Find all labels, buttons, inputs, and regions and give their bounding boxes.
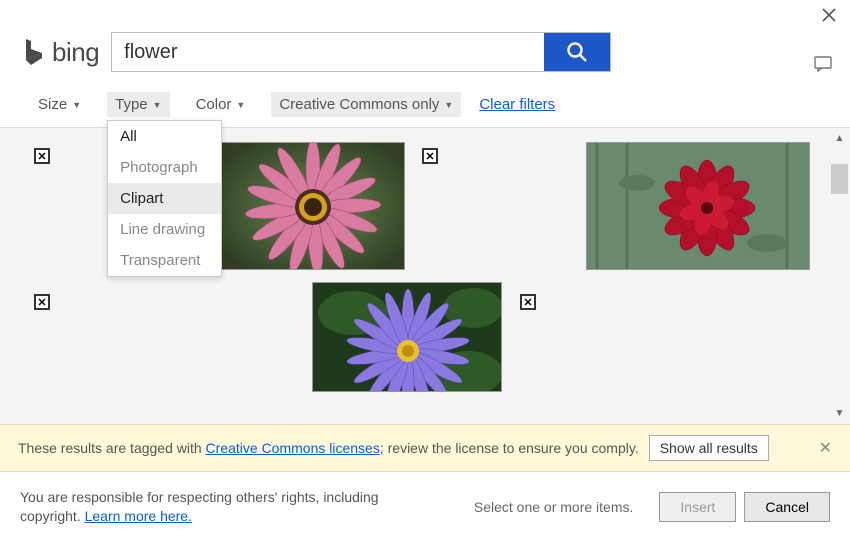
close-notice-icon[interactable]: ✕ [819,438,832,458]
close-icon[interactable] [822,8,836,27]
result-item[interactable] [312,282,502,392]
scroll-down-icon[interactable]: ▼ [831,405,848,422]
type-option-line-drawing[interactable]: Line drawing [108,214,221,245]
show-all-results-button[interactable]: Show all results [649,435,769,461]
insert-button[interactable]: Insert [659,492,736,522]
bing-logo-icon [22,37,46,67]
search-box [111,32,611,72]
scrollbar[interactable]: ▲ ▼ [831,130,848,422]
learn-more-link[interactable]: Learn more here. [85,508,192,524]
search-button[interactable] [544,33,610,71]
result-checkbox[interactable]: ✕ [34,294,50,310]
scroll-up-icon[interactable]: ▲ [831,130,848,147]
cc-license-link[interactable]: Creative Commons licenses [206,440,380,456]
scroll-thumb[interactable] [831,164,848,194]
bing-logo-text: bing [52,37,99,68]
type-option-all[interactable]: All [108,121,221,152]
type-option-clipart[interactable]: Clipart [108,183,221,214]
chevron-down-icon: ▼ [153,100,162,110]
filter-color-label: Color [196,96,232,113]
type-option-transparent[interactable]: Transparent [108,245,221,276]
filter-size[interactable]: Size ▼ [30,92,89,117]
bing-image-search-dialog: bing Size ▼ Type ▼ All Photograph Clipar… [0,0,850,542]
search-icon [566,41,588,63]
footer: You are responsible for respecting other… [0,472,850,542]
filter-type-dropdown: All Photograph Clipart Line drawing Tran… [107,120,222,277]
result-checkbox[interactable]: ✕ [422,148,438,164]
result-checkbox[interactable]: ✕ [520,294,536,310]
result-image[interactable] [586,142,810,270]
result-item[interactable] [220,142,405,270]
selection-status: Select one or more items. [474,499,634,515]
bing-logo: bing [22,37,99,68]
result-item[interactable]: ✕ [34,292,50,310]
disclaimer: You are responsible for respecting other… [20,488,390,526]
notice-text-prefix: These results are tagged with [18,440,206,456]
chevron-down-icon: ▼ [236,100,245,110]
clear-filters-link[interactable]: Clear filters [479,96,555,113]
filter-bar: Size ▼ Type ▼ All Photograph Clipart Lin… [0,78,850,127]
filter-color[interactable]: Color ▼ [188,92,254,117]
chevron-down-icon: ▼ [444,100,453,110]
result-item[interactable] [586,142,810,270]
filter-type[interactable]: Type ▼ All Photograph Clipart Line drawi… [107,92,169,117]
filter-license-label: Creative Commons only [279,96,439,113]
notice-text-suffix: ; review the license to ensure you compl… [380,440,639,456]
result-item[interactable]: ✕ [520,292,536,310]
disclaimer-text: You are responsible for respecting other… [20,489,379,524]
header: bing [0,0,850,78]
filter-size-label: Size [38,96,67,113]
license-notice: These results are tagged with Creative C… [0,424,850,472]
search-input[interactable] [112,33,544,71]
filter-license[interactable]: Creative Commons only ▼ [271,92,461,117]
cancel-button[interactable]: Cancel [744,492,830,522]
result-image[interactable] [312,282,502,392]
feedback-icon[interactable] [814,59,832,76]
result-checkbox[interactable]: ✕ [34,148,50,164]
chevron-down-icon: ▼ [72,100,81,110]
type-option-photograph[interactable]: Photograph [108,152,221,183]
filter-type-label: Type [115,96,148,113]
result-image[interactable] [220,142,405,270]
result-item[interactable]: ✕ [34,146,50,164]
result-item[interactable]: ✕ [422,146,438,164]
